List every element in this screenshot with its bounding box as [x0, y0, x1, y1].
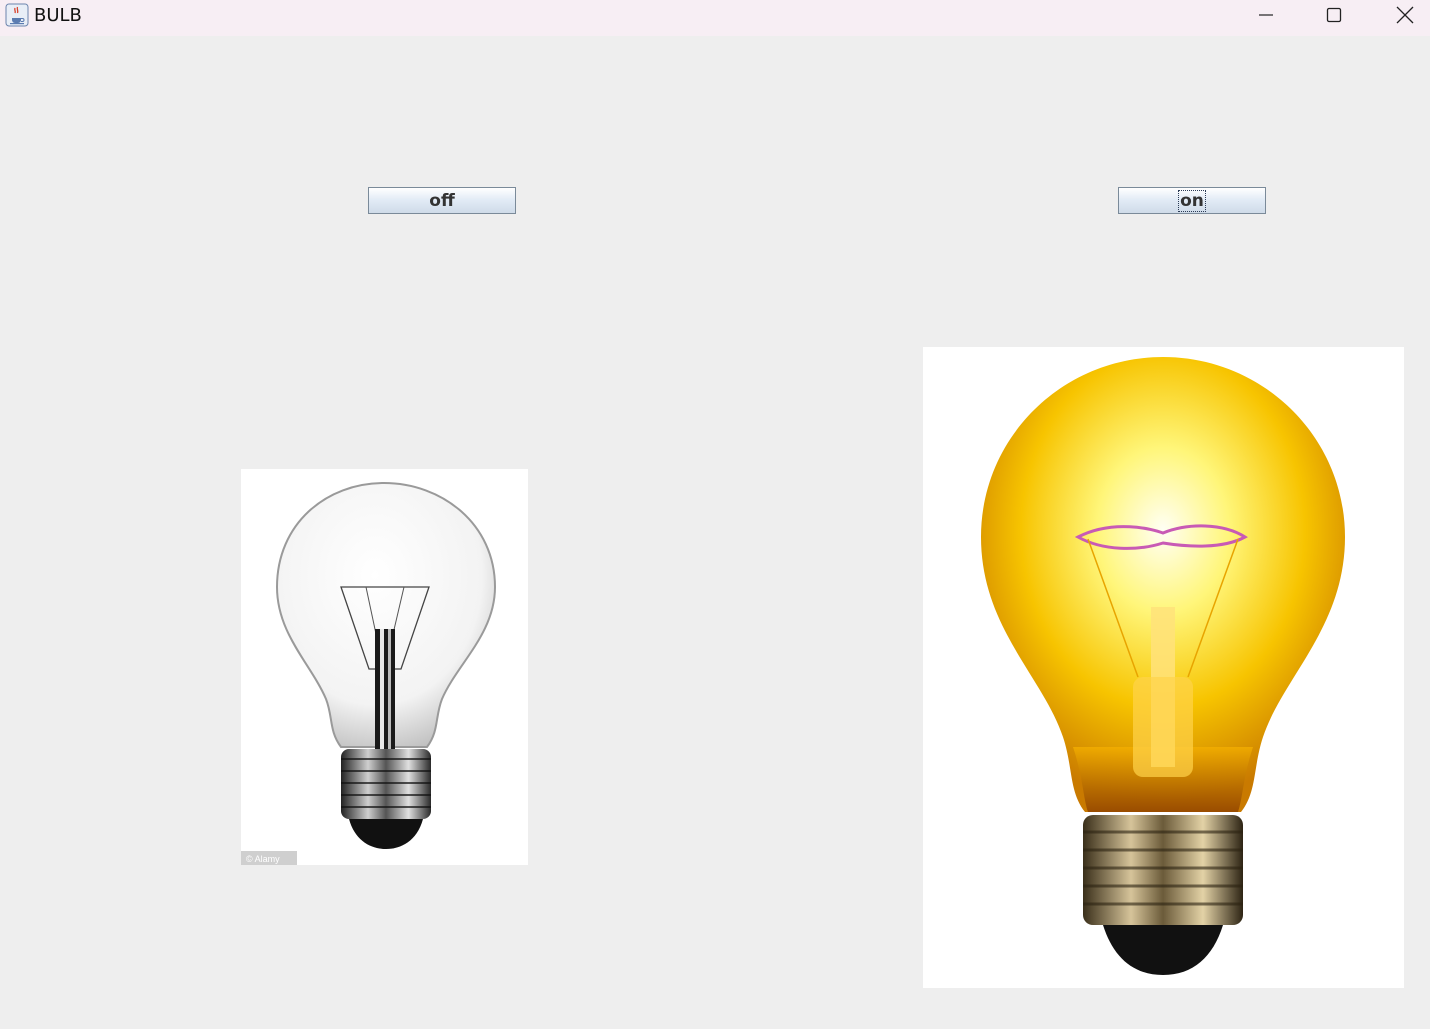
minimize-button[interactable] [1243, 0, 1289, 30]
bulb-on-illustration [981, 357, 1345, 975]
bulb-on-image [923, 347, 1404, 988]
bulb-off-illustration: © Alamy [241, 481, 497, 865]
maximize-icon [1326, 7, 1342, 23]
off-button[interactable]: off [368, 187, 516, 214]
on-button[interactable]: on [1118, 187, 1266, 214]
close-icon [1396, 6, 1414, 24]
off-button-label: off [429, 190, 455, 211]
title-bar: BULB [0, 0, 1430, 36]
alamy-watermark: © Alamy [246, 854, 280, 864]
maximize-button[interactable] [1311, 0, 1357, 30]
minimize-icon [1259, 14, 1273, 16]
bulb-off-image: © Alamy [241, 469, 528, 865]
java-coffee-icon[interactable] [5, 3, 29, 27]
on-button-label: on [1178, 189, 1206, 212]
content-pane: off on © Alamy [0, 36, 1430, 1029]
window-title: BULB [34, 5, 82, 26]
close-button[interactable] [1382, 0, 1428, 30]
